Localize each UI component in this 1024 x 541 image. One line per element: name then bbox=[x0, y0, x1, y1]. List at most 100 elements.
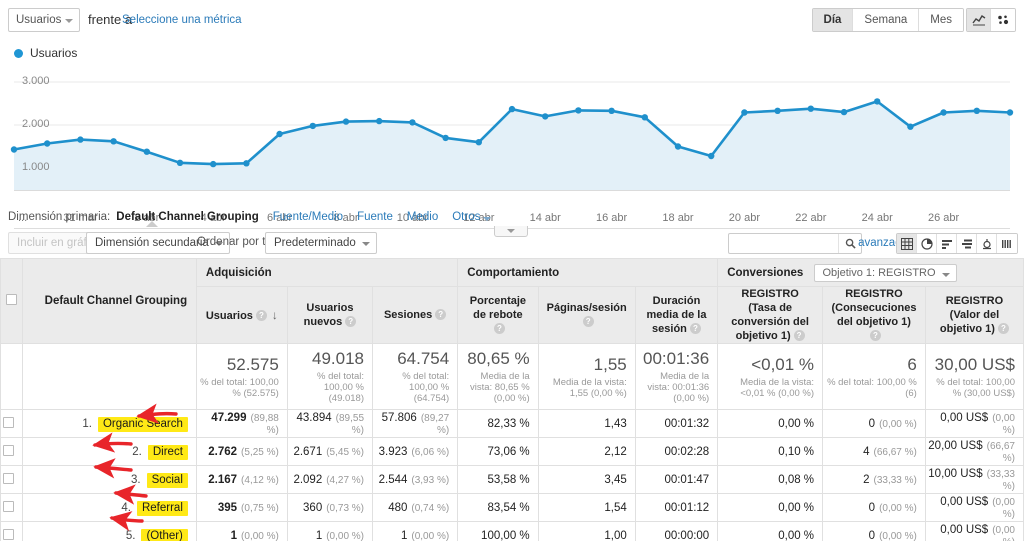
chart-point[interactable] bbox=[741, 109, 748, 116]
channel-name-link[interactable]: Referral bbox=[136, 500, 188, 516]
channel-name-link[interactable]: Direct bbox=[147, 444, 188, 460]
cell-paginas-sesion: 3,45 bbox=[537, 465, 636, 494]
table-row[interactable]: 1. Organic Search 47.299 (89,88 %) 43.894 (89… bbox=[0, 409, 1024, 438]
help-icon[interactable]: ? bbox=[255, 309, 267, 321]
cell-porcentaje-rebote: 83,54 % bbox=[457, 493, 539, 522]
chart-point[interactable] bbox=[10, 146, 18, 153]
chart-point[interactable] bbox=[874, 98, 881, 105]
pivot-view-icon[interactable] bbox=[977, 234, 997, 253]
column-header-usuarios-nuevos[interactable]: Usuarios nuevos? bbox=[286, 286, 374, 344]
chart-point[interactable] bbox=[807, 105, 814, 112]
help-icon[interactable]: ? bbox=[435, 309, 447, 320]
column-header-paginas-sesion[interactable]: Páginas/sesión? bbox=[537, 286, 636, 344]
help-icon[interactable]: ? bbox=[582, 316, 594, 327]
chart-point[interactable] bbox=[641, 114, 648, 121]
chart-point[interactable] bbox=[110, 138, 117, 145]
group-header-conversiones-label: Conversiones bbox=[727, 266, 804, 279]
goal-select[interactable]: Objetivo 1: REGISTRO bbox=[814, 263, 957, 282]
table-row[interactable]: 2. Direct 2.762 (5,25 %) 2.671 (5,45 %) 3.923(… bbox=[0, 437, 1024, 466]
cell-usuarios-nuevos: 2.671 (5,45 %) bbox=[286, 437, 374, 466]
chart-point[interactable] bbox=[376, 117, 383, 125]
select-metric-link[interactable]: Seleccione una métrica bbox=[122, 14, 242, 26]
row-checkbox[interactable] bbox=[2, 500, 14, 512]
granularity-day-button[interactable]: Día bbox=[812, 9, 854, 31]
help-icon[interactable]: ? bbox=[493, 323, 505, 334]
chart-point[interactable] bbox=[907, 123, 914, 130]
performance-view-icon[interactable] bbox=[997, 234, 1017, 253]
cell-percent: (0,74 %) bbox=[411, 502, 450, 514]
primary-metric-select[interactable]: Usuarios bbox=[8, 8, 80, 32]
chart-point[interactable] bbox=[276, 130, 283, 138]
column-header-usuarios[interactable]: Usuarios? ↓ bbox=[195, 286, 288, 344]
channel-name-link[interactable]: Organic Search bbox=[97, 416, 188, 432]
chart-point[interactable] bbox=[508, 105, 516, 113]
table-row[interactable]: 5. (Other) 1 (0,00 %) 1 (0,00 %) 1 (0,00 %) 100,… bbox=[0, 521, 1024, 541]
row-rank: 4. bbox=[121, 501, 131, 514]
chart-point[interactable] bbox=[475, 139, 482, 146]
chart-point[interactable] bbox=[774, 107, 781, 114]
dimension-column-header[interactable]: Default Channel Grouping bbox=[21, 258, 197, 344]
channel-name-link[interactable]: (Other) bbox=[141, 528, 188, 541]
motion-chart-icon[interactable] bbox=[991, 9, 1015, 31]
chart-point[interactable] bbox=[176, 159, 184, 166]
column-header-consecuciones[interactable]: REGISTRO (Consecuciones del objetivo 1)? bbox=[822, 286, 926, 344]
dimension-tab-fuente[interactable]: Fuente bbox=[357, 211, 393, 223]
chart-point[interactable] bbox=[442, 134, 449, 142]
chart-point[interactable] bbox=[542, 113, 549, 120]
table-view-icon[interactable] bbox=[897, 234, 917, 253]
sort-type-select[interactable]: Predeterminado bbox=[265, 232, 377, 254]
row-checkbox[interactable] bbox=[2, 528, 14, 540]
granularity-week-button[interactable]: Semana bbox=[853, 9, 920, 31]
chart-point[interactable] bbox=[342, 118, 350, 125]
chart-point[interactable] bbox=[309, 122, 316, 130]
column-header-valor-objetivo[interactable]: REGISTRO (Valor del objetivo 1)? bbox=[924, 286, 1024, 344]
table-row[interactable]: 3. Social 2.167 (4,12 %) 2.092 (4,27 %) 2.544(… bbox=[0, 465, 1024, 494]
help-icon[interactable]: ? bbox=[345, 316, 357, 327]
help-icon[interactable]: ? bbox=[689, 323, 701, 334]
line-chart-icon[interactable] bbox=[967, 9, 991, 31]
chart-point[interactable] bbox=[973, 107, 980, 114]
chart-point[interactable] bbox=[708, 152, 715, 160]
chart-point[interactable] bbox=[575, 107, 582, 114]
primary-dimension-active[interactable]: Default Channel Grouping bbox=[116, 211, 258, 223]
chart-point[interactable] bbox=[77, 136, 84, 143]
chart-point[interactable] bbox=[840, 108, 848, 116]
column-header-duracion-media[interactable]: Duración media de la sesión? bbox=[634, 286, 719, 344]
help-icon[interactable]: ? bbox=[793, 330, 805, 341]
comparison-view-icon[interactable] bbox=[957, 234, 977, 253]
column-header-tasa-conversion[interactable]: REGISTRO (Tasa de conversión del objetiv… bbox=[717, 286, 824, 344]
pie-chart-view-icon[interactable] bbox=[917, 234, 937, 253]
granularity-month-button[interactable]: Mes bbox=[919, 9, 963, 31]
column-header-sesiones[interactable]: Sesiones? bbox=[372, 286, 459, 344]
dimension-tab-otros[interactable]: Otros bbox=[452, 211, 492, 223]
chart-point[interactable] bbox=[1006, 109, 1014, 116]
sort-desc-icon[interactable]: ↓ bbox=[272, 308, 278, 322]
select-all-checkbox[interactable] bbox=[5, 294, 17, 305]
chart-point[interactable] bbox=[608, 107, 615, 114]
row-checkbox[interactable] bbox=[2, 416, 14, 428]
legend-label-usuarios: Usuarios bbox=[30, 46, 78, 60]
column-header-consecuciones-label: REGISTRO (Consecuciones del objetivo 1) bbox=[831, 288, 917, 328]
chart-point[interactable] bbox=[210, 160, 217, 168]
columns-glyph bbox=[1002, 239, 1011, 248]
help-icon[interactable]: ? bbox=[869, 330, 881, 341]
bar-chart-view-icon[interactable] bbox=[937, 234, 957, 253]
dimension-tab-medio[interactable]: Medio bbox=[407, 211, 438, 223]
totals-value: 80,65 % bbox=[467, 349, 530, 368]
table-row[interactable]: 4. Referral 395 (0,75 %) 360 (0,73 %) 480 (0,74… bbox=[0, 493, 1024, 522]
chart-point[interactable] bbox=[674, 143, 682, 150]
chart-point[interactable] bbox=[243, 160, 250, 167]
dimension-tab-fuente-medio[interactable]: Fuente/Medio bbox=[273, 211, 343, 223]
column-header-porcentaje-rebote[interactable]: Porcentaje de rebote? bbox=[457, 286, 539, 344]
table-search-box[interactable] bbox=[728, 233, 862, 254]
row-rank: 2. bbox=[132, 445, 142, 458]
chart-point[interactable] bbox=[44, 140, 51, 147]
chart-point[interactable] bbox=[143, 148, 150, 155]
channel-name-link[interactable]: Social bbox=[146, 472, 188, 488]
chart-point[interactable] bbox=[409, 119, 416, 126]
row-checkbox[interactable] bbox=[2, 472, 14, 484]
help-icon[interactable]: ? bbox=[997, 323, 1009, 334]
row-checkbox[interactable] bbox=[2, 444, 14, 456]
chart-point[interactable] bbox=[940, 109, 947, 116]
search-input[interactable] bbox=[729, 234, 837, 254]
